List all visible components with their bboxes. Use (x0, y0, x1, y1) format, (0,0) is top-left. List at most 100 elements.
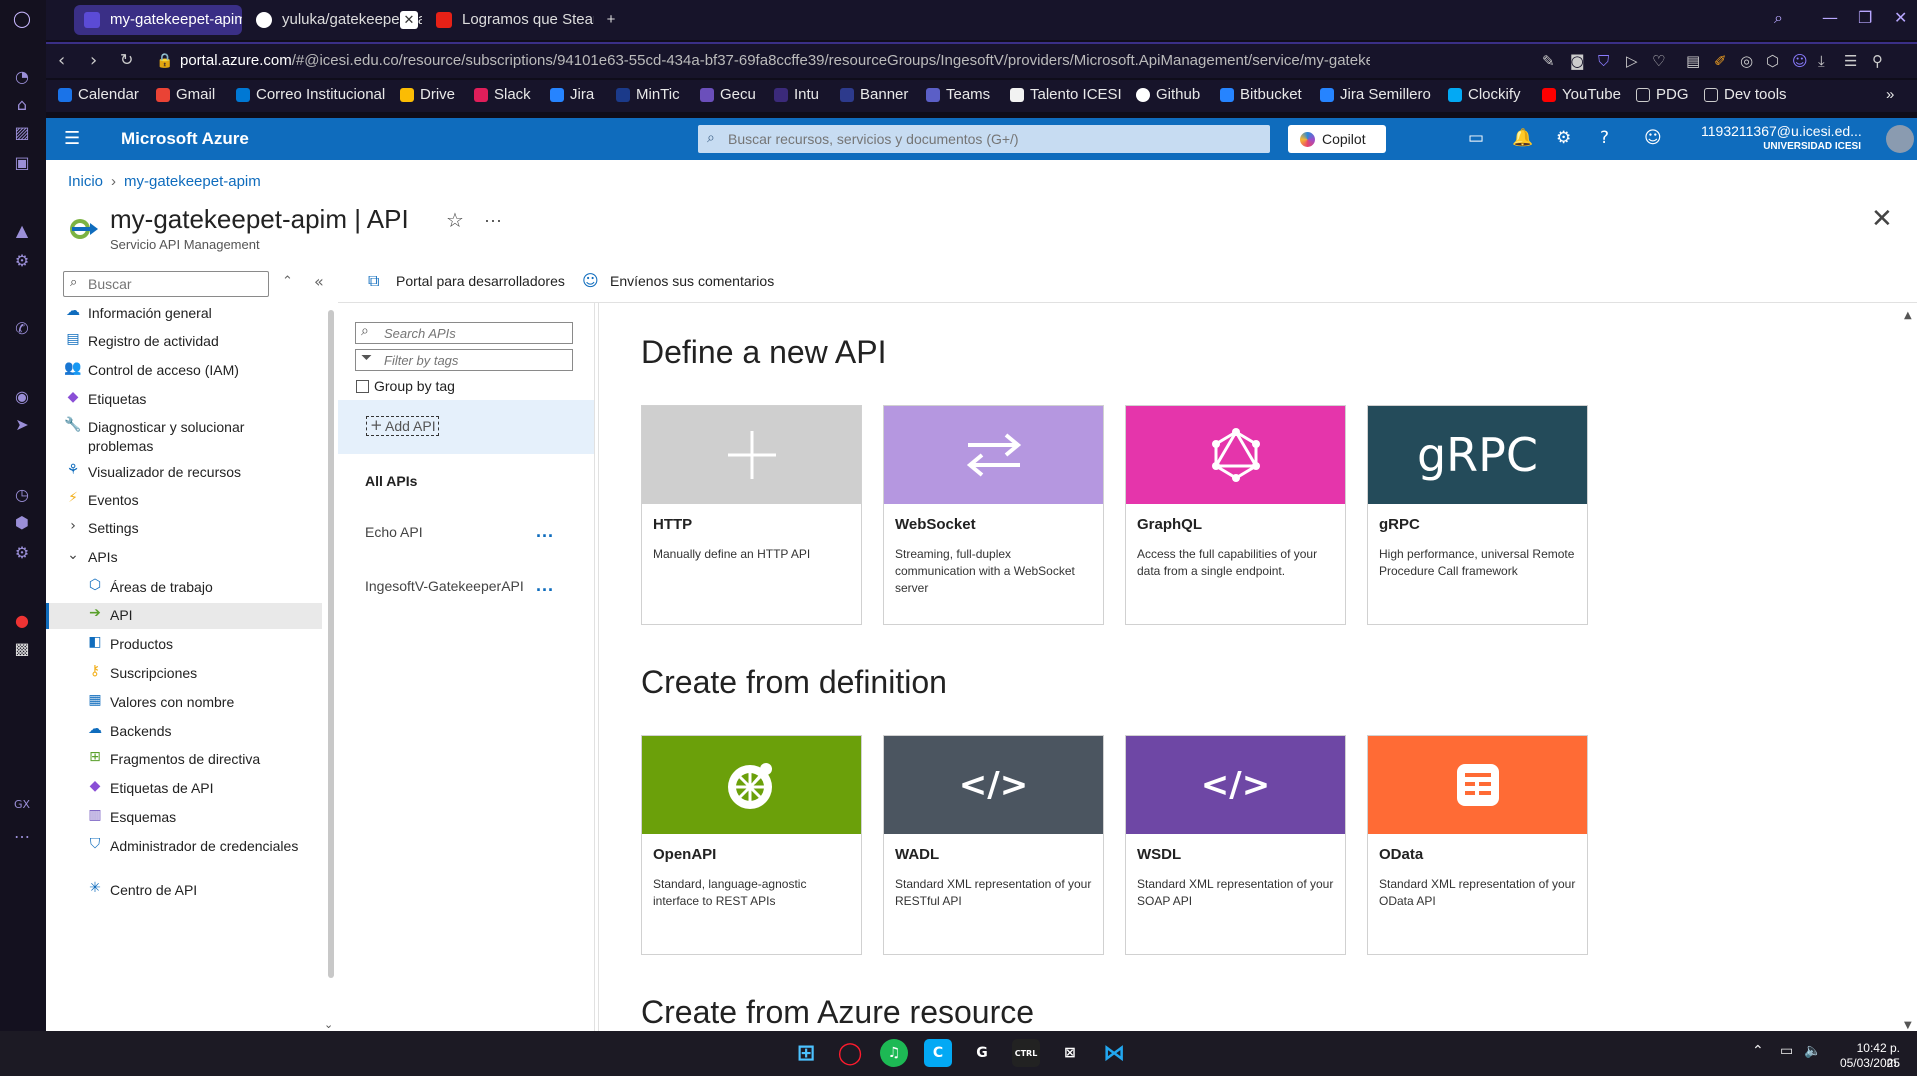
collapse-nav-icon[interactable]: « (314, 272, 324, 291)
nav-item-registro-de-actividad[interactable]: ▤ Registro de actividad (46, 329, 322, 355)
api-card-grpc[interactable]: gRPC gRPC High performance, universal Remo… (1367, 405, 1588, 625)
developer-portal-button[interactable]: ⧉ Portal para desarrolladores (368, 271, 565, 290)
app-icon[interactable]: ⊠ (1056, 1039, 1084, 1067)
extension-icon[interactable]: ▣ (10, 150, 34, 174)
nav-item-informacion-general[interactable]: ☁ Información general (46, 304, 322, 327)
tray-overflow-icon[interactable]: ⌃ (1752, 1043, 1764, 1059)
nav-item-productos[interactable]: ◧ Productos (46, 632, 322, 658)
global-search[interactable]: ⌕ (698, 125, 1270, 153)
api-card-openapi[interactable]: OpenAPI Standard, language-agnostic inter… (641, 735, 862, 955)
more-options-icon[interactable]: ··· (484, 210, 502, 231)
nav-item-apis[interactable]: ⌄ APIs (46, 545, 322, 571)
tab-github[interactable]: yuluka/gatekeeper-pa ✕ (246, 5, 422, 35)
settings-icon[interactable]: ⚙ (1556, 128, 1571, 148)
bookmark-bitbucket[interactable]: Bitbucket (1220, 86, 1302, 103)
all-apis-heading[interactable]: All APIs (365, 473, 417, 489)
bookmark-correo[interactable]: Correo Institucional (236, 86, 385, 103)
pacman-icon[interactable]: ● (10, 608, 34, 632)
nav-item-settings[interactable]: › Settings (46, 516, 322, 542)
nav-item-control-de-acceso-iam[interactable]: 👥 Control de acceso (IAM) (46, 358, 322, 384)
scroll-up-icon[interactable]: ▲ (1904, 310, 1912, 321)
nav-item-api[interactable]: ➔ API (46, 603, 322, 629)
whatsapp-icon[interactable]: ✆ (10, 316, 34, 340)
api-card-odata[interactable]: OData Standard XML representation of your… (1367, 735, 1588, 955)
nav-scrollbar[interactable] (328, 310, 334, 978)
qr-code-icon[interactable]: ▩ (10, 636, 34, 660)
tab-youtube[interactable]: Logramos que Steam bane (426, 5, 594, 35)
pane-divider[interactable] (594, 303, 595, 1031)
aria-icon[interactable]: ◔ (10, 64, 34, 88)
bookmark-talento[interactable]: Talento ICESI (1010, 86, 1122, 103)
nav-item-diagnosticar-y-solucionar-problemas[interactable]: 🔧 Diagnosticar y solucionar problemas (46, 415, 322, 459)
api-card-http[interactable]: HTTP Manually define an HTTP API (641, 405, 862, 625)
new-tab-button[interactable]: + (596, 5, 626, 35)
api-card-wadl[interactable]: </> WADL Standard XML representation of yo… (883, 735, 1104, 955)
nav-item-suscripciones[interactable]: ⚷ Suscripciones (46, 661, 322, 687)
bookmark-gecu[interactable]: Gecu (700, 86, 756, 103)
profile-icon[interactable]: ☺ (1792, 52, 1808, 70)
feedback-icon[interactable]: ☺ (1644, 128, 1662, 148)
api-card-websocket[interactable]: WebSocket Streaming, full-duplex communic… (883, 405, 1104, 625)
target-icon[interactable]: ◎ (1740, 52, 1753, 70)
chatgpt-icon[interactable]: ⚙ (10, 248, 34, 272)
nav-item-centro-de-api[interactable]: ✳ Centro de API (46, 878, 322, 904)
send-icon[interactable]: ▷ (1626, 52, 1638, 70)
nav-search-input[interactable] (88, 274, 264, 294)
shield-icon[interactable]: ⛉ (1598, 52, 1609, 70)
more-options-icon[interactable]: ... (536, 521, 554, 542)
hamburger-menu-icon[interactable]: ☰ (64, 128, 80, 149)
avatar[interactable] (1886, 125, 1914, 153)
ctrl-icon[interactable]: CTRL (1012, 1039, 1040, 1067)
bookmark-intu[interactable]: Intu (774, 86, 819, 103)
clock-date[interactable]: 05/03/2025 (1830, 1056, 1900, 1070)
search-apis-field[interactable]: ⌕ (355, 322, 573, 344)
download-icon[interactable]: ⤓ (1818, 52, 1825, 70)
network-icon[interactable]: ▭ (1780, 1043, 1793, 1059)
nav-item-visualizador-de-recursos[interactable]: ⚘ Visualizador de recursos (46, 460, 322, 486)
azure-devops-icon[interactable]: ▲ (10, 218, 34, 242)
cube-icon[interactable]: ⬡ (1766, 52, 1779, 70)
filter-tags-input[interactable] (384, 352, 564, 368)
checkbox[interactable] (356, 380, 369, 393)
camera-icon[interactable]: ◙ (1570, 52, 1585, 70)
close-window-icon[interactable]: ✕ (1894, 8, 1907, 27)
send-icon[interactable]: ➤ (10, 412, 34, 436)
bookmark-gmail[interactable]: Gmail (156, 86, 215, 103)
bookmark-teams[interactable]: Teams (926, 86, 990, 103)
back-icon[interactable]: ‹ (58, 50, 65, 71)
nav-item-areas-de-trabajo[interactable]: ⬡ Áreas de trabajo (46, 575, 322, 601)
bookmark-github[interactable]: Github (1136, 86, 1200, 103)
heart-icon[interactable]: ♡ (1652, 52, 1665, 70)
more-icon[interactable]: … (10, 820, 34, 844)
bookmark-jira[interactable]: Jira (550, 86, 594, 103)
github-desktop-icon[interactable]: G (968, 1039, 996, 1067)
nav-item-valores-con-nombre[interactable]: ▦ Valores con nombre (46, 690, 322, 716)
breadcrumb-current[interactable]: my-gatekeepet-apim (124, 173, 261, 190)
help-icon[interactable]: ? (1600, 128, 1609, 148)
filter-tags-field[interactable]: ⏷ (355, 349, 573, 371)
nav-item-administrador-de-credenciales[interactable]: ⛉ Administrador de credenciales (46, 834, 322, 878)
api-card-graphql[interactable]: GraphQL Access the full capabilities of y… (1125, 405, 1346, 625)
vscode-icon[interactable]: ⋈ (1100, 1039, 1128, 1067)
api-item-gatekeeper[interactable]: IngesoftV-GatekeeperAPI (365, 578, 524, 594)
bookmark-mintic[interactable]: MinTic (616, 86, 680, 103)
pen-icon[interactable]: ✐ (1714, 52, 1727, 70)
add-api-button[interactable]: + Add API (366, 416, 439, 436)
nav-item-eventos[interactable]: ⚡ Eventos (46, 488, 322, 514)
bookmark-folder-devtools[interactable]: Dev tools (1704, 86, 1787, 103)
global-search-input[interactable] (728, 125, 1258, 153)
bookmark-banner[interactable]: Banner (840, 86, 908, 103)
close-tab-icon[interactable]: ✕ (400, 11, 418, 29)
windows-start-icon[interactable]: ⊞ (792, 1039, 820, 1067)
search-apis-input[interactable] (384, 325, 564, 341)
settings-icon[interactable]: ⚙ (10, 540, 34, 564)
forward-icon[interactable]: › (90, 50, 97, 71)
nav-item-etiquetas-de-api[interactable]: ◆ Etiquetas de API (46, 776, 322, 802)
add-api-row[interactable]: + Add API (338, 400, 594, 454)
workspace-icon[interactable]: ⌂ (10, 92, 34, 116)
tab-azure[interactable]: my-gatekeepet-apim - Mic (74, 5, 242, 35)
extensions-icon[interactable]: ⚲ (1872, 52, 1883, 70)
user-email[interactable]: 1193211367@u.icesi.ed... (1701, 123, 1861, 139)
bookmark-drive[interactable]: Drive (400, 86, 455, 103)
bookmark-slack[interactable]: Slack (474, 86, 531, 103)
